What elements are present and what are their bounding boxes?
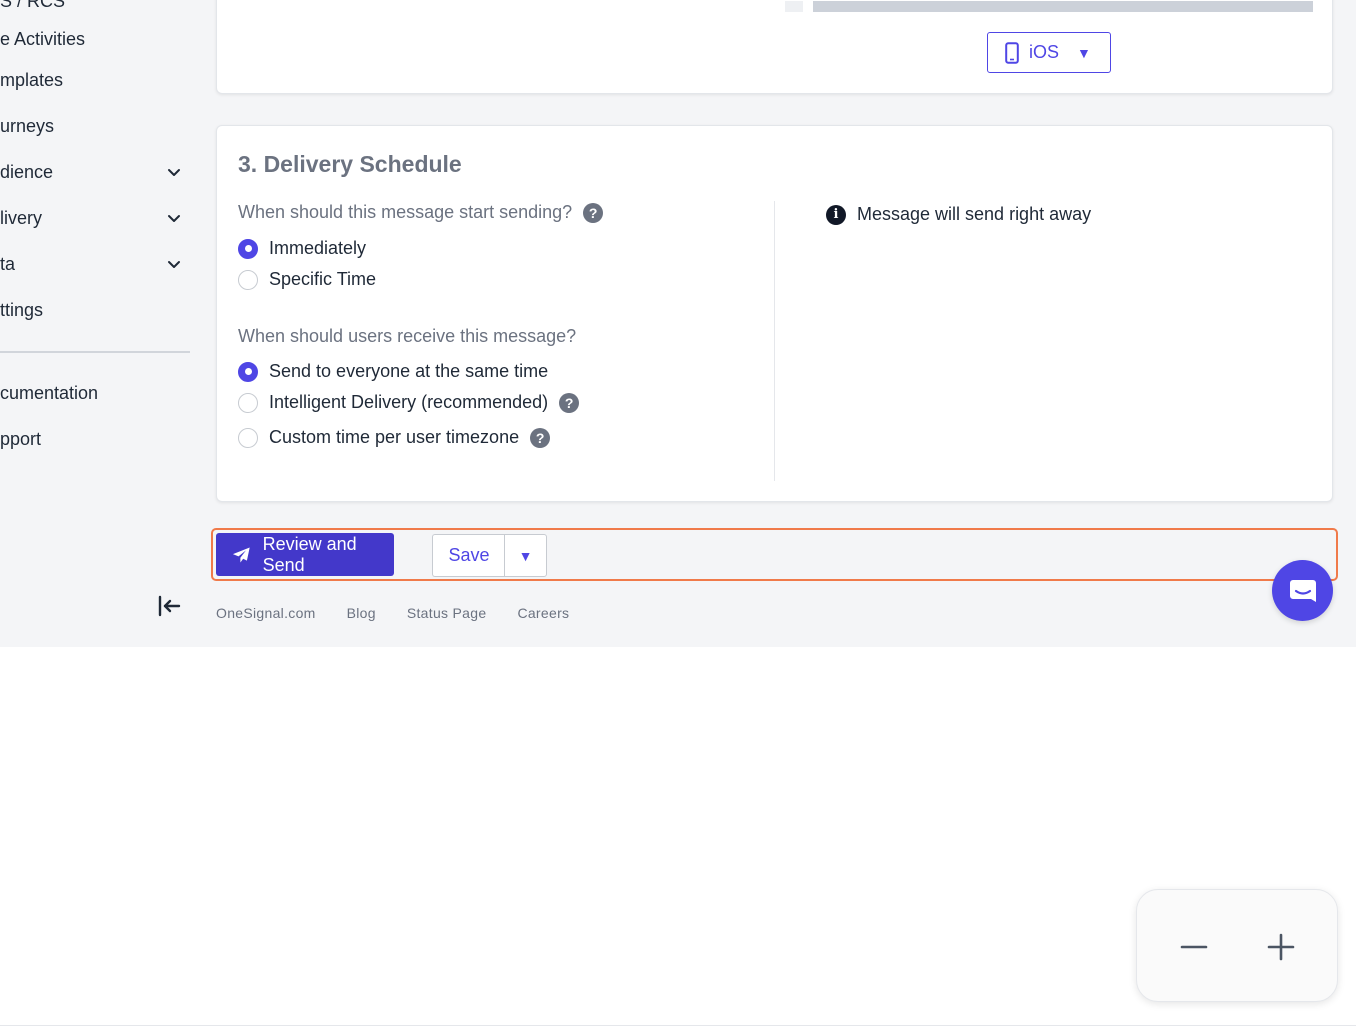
radio-button[interactable] (238, 269, 258, 290)
sidebar-item-label: mplates (0, 69, 64, 90)
send-info: i Message will send right away (826, 204, 1091, 225)
sidebar: S / RCS e Activities mplates urneys dien… (0, 0, 195, 647)
footer-link-status-page[interactable]: Status Page (407, 605, 487, 621)
help-icon[interactable]: ? (583, 202, 604, 223)
sidebar-item-label: livery (0, 207, 43, 228)
review-and-send-button[interactable]: Review and Send (216, 533, 394, 576)
phone-icon (1005, 41, 1019, 64)
zoom-control (1136, 889, 1338, 1002)
radio-button[interactable] (238, 427, 258, 448)
sidebar-item-label: e Activities (0, 28, 86, 49)
sidebar-item-label: dience (0, 161, 54, 182)
platform-label: iOS (1029, 42, 1060, 62)
chevron-down-icon (166, 256, 182, 272)
save-options-dropdown[interactable]: ▼ (504, 534, 547, 577)
sidebar-item-sms-rcs[interactable]: S / RCS (0, 0, 190, 16)
preview-card: iOS ▼ (216, 0, 1333, 94)
save-button[interactable]: Save (432, 534, 505, 577)
caret-down-icon: ▼ (518, 547, 533, 564)
footer-link-onesignal[interactable]: OneSignal.com (216, 605, 316, 621)
section-title: 3. Delivery Schedule (238, 151, 462, 177)
radio-intelligent-delivery[interactable]: Intelligent Delivery (recommended) ? (238, 392, 580, 413)
save-label: Save (448, 545, 490, 565)
receive-question: When should users receive this message? (238, 326, 576, 347)
radio-label: Immediately (269, 238, 367, 258)
window-bottom-edge (0, 1025, 1356, 1026)
collapse-sidebar-button[interactable] (156, 594, 182, 618)
sidebar-item-label: ttings (0, 299, 44, 320)
receive-question-text: When should users receive this message? (238, 326, 577, 346)
radio-button[interactable] (238, 238, 258, 259)
platform-select[interactable]: iOS ▼ (987, 32, 1111, 73)
radio-label: Send to everyone at the same time (269, 361, 549, 381)
sidebar-divider (0, 351, 190, 353)
minus-icon (1180, 945, 1208, 949)
chevron-down-icon (166, 210, 182, 226)
footer-links: OneSignal.com Blog Status Page Careers (216, 605, 569, 621)
radio-label: Specific Time (269, 269, 377, 289)
info-text: Message will send right away (857, 204, 1092, 224)
column-divider (774, 201, 775, 481)
sidebar-item-documentation[interactable]: cumentation (0, 378, 190, 408)
sidebar-item-templates[interactable]: mplates (0, 65, 190, 95)
zoom-out-button[interactable] (1174, 927, 1214, 967)
sidebar-item-label: S / RCS (0, 0, 66, 11)
collapse-left-icon (158, 595, 181, 617)
footer-link-careers[interactable]: Careers (517, 605, 569, 621)
sidebar-item-data[interactable]: ta (0, 249, 190, 279)
radio-label: Custom time per user timezone (269, 427, 520, 447)
chat-launcher-button[interactable] (1272, 560, 1333, 621)
plus-icon (1267, 933, 1295, 961)
start-question: When should this message start sending? … (238, 202, 604, 223)
chevron-down-icon (166, 164, 182, 180)
sidebar-item-audience[interactable]: dience (0, 157, 190, 187)
radio-send-everyone[interactable]: Send to everyone at the same time (238, 361, 548, 382)
sidebar-item-live-activities[interactable]: e Activities (0, 24, 190, 54)
radio-specific-time[interactable]: Specific Time (238, 269, 376, 290)
app-window: S / RCS e Activities mplates urneys dien… (0, 0, 1356, 647)
sidebar-item-label: ta (0, 253, 16, 274)
radio-immediately[interactable]: Immediately (238, 238, 366, 259)
help-icon[interactable]: ? (530, 427, 551, 448)
action-bar: Review and Send Save ▼ (211, 528, 1338, 581)
sidebar-item-support[interactable]: pport (0, 424, 190, 454)
preview-scroll-edge (785, 1, 803, 12)
delivery-schedule-card: 3. Delivery Schedule When should this me… (216, 125, 1333, 502)
sidebar-item-label: urneys (0, 115, 55, 136)
info-icon: i (826, 204, 846, 225)
radio-custom-timezone[interactable]: Custom time per user timezone ? (238, 427, 551, 448)
sidebar-item-label: pport (0, 428, 42, 449)
sidebar-item-delivery[interactable]: livery (0, 203, 190, 233)
chat-icon (1289, 579, 1316, 602)
radio-label: Intelligent Delivery (recommended) (269, 392, 549, 412)
caret-down-icon: ▼ (1077, 44, 1091, 61)
zoom-in-button[interactable] (1261, 927, 1301, 967)
radio-button[interactable] (238, 361, 258, 382)
sidebar-item-journeys[interactable]: urneys (0, 111, 190, 141)
sidebar-item-settings[interactable]: ttings (0, 295, 190, 325)
footer-link-blog[interactable]: Blog (347, 605, 376, 621)
sidebar-item-label: cumentation (0, 382, 99, 403)
help-icon[interactable]: ? (559, 392, 580, 413)
paper-plane-icon (232, 547, 250, 562)
radio-button[interactable] (238, 392, 258, 413)
review-and-send-label: Review and Send (262, 533, 357, 575)
preview-area (813, 1, 1313, 12)
start-question-text: When should this message start sending? (238, 202, 573, 222)
